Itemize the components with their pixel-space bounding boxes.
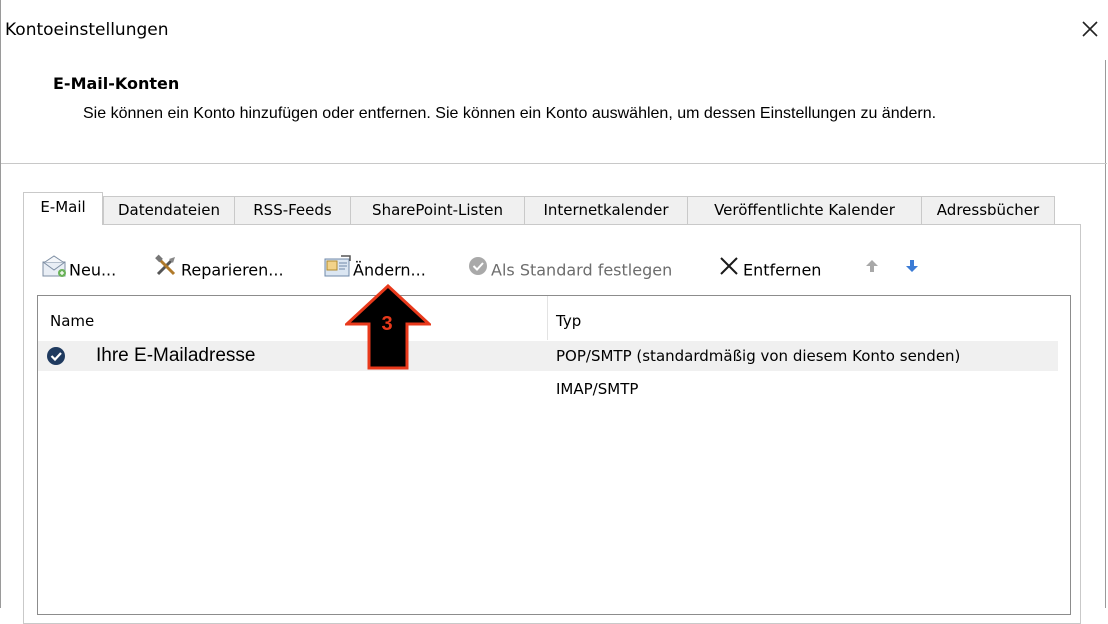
list-item[interactable]: Ihre E-Mailadresse POP/SMTP (standardmäß… xyxy=(38,341,1058,371)
column-header-name[interactable]: Name xyxy=(50,296,94,346)
tab-rss-feeds[interactable]: RSS-Feeds xyxy=(234,196,351,224)
title-bar: Kontoeinstellungen xyxy=(1,0,1107,60)
column-divider[interactable] xyxy=(547,296,548,340)
move-up-button[interactable] xyxy=(863,253,881,281)
header-divider xyxy=(1,163,1107,164)
move-down-button[interactable] xyxy=(903,253,921,281)
set-default-button[interactable]: Als Standard festlegen xyxy=(467,253,672,281)
annotation-step-number: 3 xyxy=(381,313,393,335)
new-button[interactable]: Neu... xyxy=(41,253,116,281)
repair-tools-icon xyxy=(153,253,181,288)
move-up-icon xyxy=(863,253,881,288)
account-name: Ihre E-Mailadresse xyxy=(96,345,256,366)
account-type: POP/SMTP (standardmäßig von diesem Konto… xyxy=(556,347,961,365)
accounts-list[interactable]: Name Typ Ihre E-Mailadresse POP/SMTP (st… xyxy=(37,295,1071,615)
set-default-label: Als Standard festlegen xyxy=(491,260,673,280)
repair-button-label: Reparieren... xyxy=(181,260,284,280)
section-description: Sie können ein Konto hinzufügen oder ent… xyxy=(83,105,937,122)
column-header-type[interactable]: Typ xyxy=(556,296,581,346)
tab-veroeffentlichte-kalender[interactable]: Veröffentlichte Kalender xyxy=(687,196,922,224)
change-button-label: Ändern... xyxy=(353,260,426,280)
remove-x-icon xyxy=(717,253,743,288)
dialog-window: Kontoeinstellungen E-Mail-Konten Sie kön… xyxy=(0,0,1107,624)
window-title: Kontoeinstellungen xyxy=(5,20,169,40)
change-account-icon xyxy=(323,253,353,288)
new-mail-icon xyxy=(41,253,69,288)
tab-sharepoint-listen[interactable]: SharePoint-Listen xyxy=(350,196,525,224)
new-button-label: Neu... xyxy=(69,260,117,280)
tab-email[interactable]: E-Mail xyxy=(23,192,103,225)
tab-adressbuecher[interactable]: Adressbücher xyxy=(921,196,1055,224)
default-check-icon xyxy=(467,253,491,288)
default-account-icon xyxy=(45,345,67,371)
repair-button[interactable]: Reparieren... xyxy=(153,253,284,281)
change-button[interactable]: Ändern... xyxy=(323,253,426,281)
close-icon[interactable] xyxy=(1077,16,1103,42)
remove-button-label: Entfernen xyxy=(743,260,822,280)
tab-internetkalender[interactable]: Internetkalender xyxy=(524,196,688,224)
account-type: IMAP/SMTP xyxy=(556,380,639,398)
remove-button[interactable]: Entfernen xyxy=(717,253,821,281)
move-down-icon xyxy=(903,253,921,288)
section-title: E-Mail-Konten xyxy=(53,74,180,93)
tab-datendateien[interactable]: Datendateien xyxy=(103,196,235,224)
list-item[interactable]: IMAP/SMTP xyxy=(38,374,1058,404)
